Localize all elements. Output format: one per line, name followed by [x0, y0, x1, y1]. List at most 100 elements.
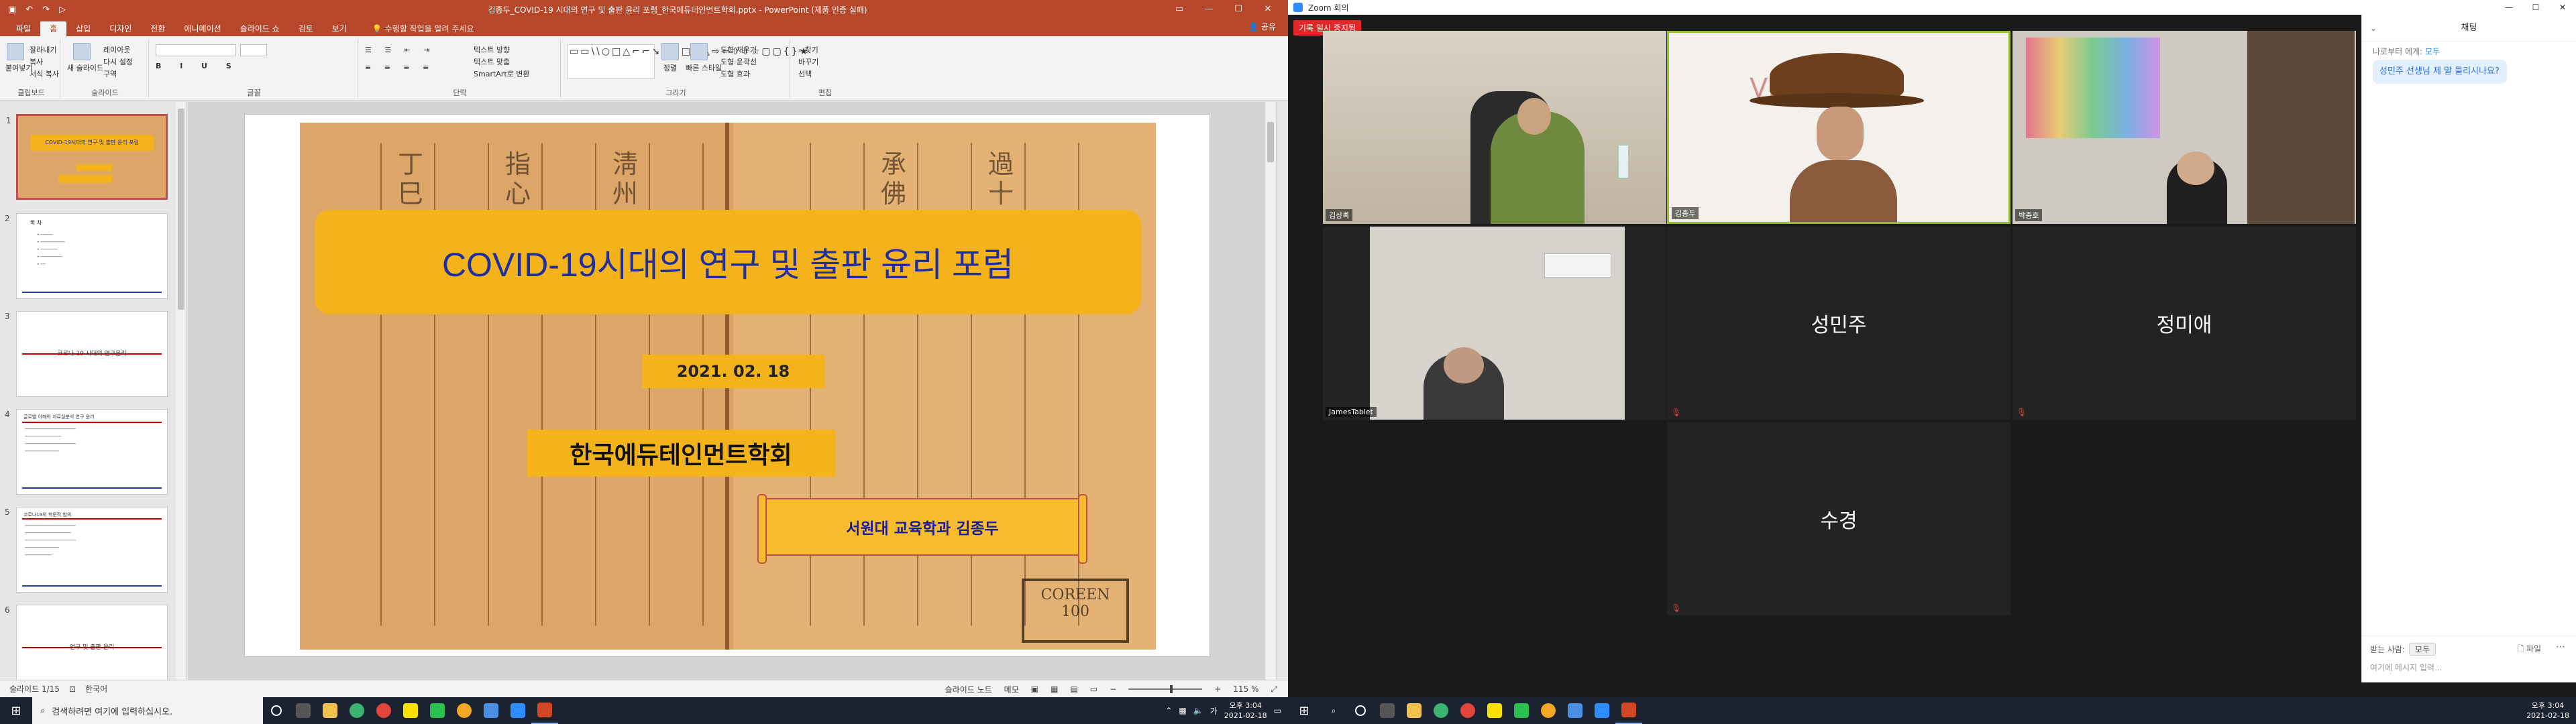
task-view-icon[interactable] — [1374, 697, 1401, 724]
reset-button[interactable]: 다시 설정 — [103, 56, 133, 67]
notification-icon[interactable]: ▭ — [1274, 706, 1281, 715]
recipient-select[interactable]: 모두 — [2409, 643, 2436, 656]
share-button[interactable]: 👤 공유 — [1248, 21, 1276, 32]
thumbnail-slide-5[interactable]: 5 코로나19의 학문적 함의 ───────────────────── ───… — [5, 507, 168, 593]
cortana-icon[interactable] — [263, 697, 290, 724]
normal-view-icon[interactable]: ▣ — [1031, 684, 1038, 694]
participant-tile[interactable]: 정미애 🎙 — [2012, 227, 2356, 420]
tell-me-box[interactable]: 💡 수행할 작업을 알려 주세요 — [372, 21, 474, 36]
spellcheck-icon[interactable]: ⊡ — [69, 684, 76, 694]
tab-view[interactable]: 보기 — [323, 21, 356, 36]
more-options-icon[interactable]: ⋯ — [2556, 642, 2565, 652]
file-explorer-icon[interactable] — [1401, 697, 1428, 724]
minimize-icon[interactable]: — — [1194, 0, 1224, 19]
kakaotalk-icon[interactable] — [1481, 697, 1508, 724]
font-size-select[interactable] — [240, 44, 267, 58]
shape-fill-button[interactable]: 도형 채우기 — [720, 44, 757, 55]
current-slide[interactable]: 丁巳七月日 指心體要節 淸州牧外興 承佛祖直指 過十年宗師 COREEN100 … — [244, 114, 1210, 657]
new-slide-button[interactable]: 새 슬라이드 — [67, 43, 103, 73]
notes-button[interactable]: 슬라이드 노트 — [945, 684, 992, 695]
chrome-icon[interactable] — [1454, 697, 1481, 724]
select-button[interactable]: 선택 — [798, 68, 812, 79]
windows-start-icon[interactable]: ⊞ — [1288, 704, 1320, 718]
smartart-button[interactable]: SmartArt로 변환 — [474, 68, 530, 79]
thumbnail-slide-4[interactable]: 4 글로벌 이해와 자료실분석 연구 윤리 ──────────────────… — [5, 409, 168, 495]
align-text-button[interactable]: 텍스트 맞춤 — [474, 56, 510, 67]
participant-tile[interactable]: 성민주 🎙 — [1667, 227, 2010, 420]
zoom-in-icon[interactable]: + — [1214, 684, 1221, 694]
zoom-level[interactable]: 115 % — [1233, 684, 1258, 694]
shapes-gallery[interactable]: ▭▭\\○□△⌐⌐↘↗↕□○△⇨⇦⇧⇩☆▢▢{}★ — [568, 44, 808, 79]
tab-transitions[interactable]: 전환 — [141, 21, 174, 36]
chat-input[interactable]: 여기에 메시지 입력... — [2370, 662, 2442, 673]
save-icon[interactable]: ▣ — [8, 5, 16, 15]
file-button[interactable]: 🗋 파일 — [2517, 643, 2541, 657]
app-icon[interactable] — [1562, 697, 1589, 724]
participant-tile[interactable]: 수경 🎙 — [1667, 422, 2010, 615]
volume-icon[interactable]: 🔈 — [1193, 706, 1203, 715]
format-painter-button[interactable]: 서식 복사 — [30, 68, 59, 79]
close-icon[interactable]: ✕ — [1253, 0, 1283, 19]
tab-slideshow[interactable]: 슬라이드 쇼 — [231, 21, 289, 36]
reading-view-icon[interactable]: ▤ — [1070, 684, 1077, 694]
chevron-down-icon[interactable]: ⌄ — [2370, 15, 2377, 42]
paste-button[interactable]: 붙여넣기 — [5, 43, 32, 73]
sorter-view-icon[interactable]: ▦ — [1051, 684, 1058, 694]
file-explorer-icon[interactable] — [317, 697, 343, 724]
participant-tile[interactable]: JamesTablet — [1323, 227, 1666, 420]
edge-icon[interactable] — [343, 697, 370, 724]
quick-styles-button[interactable]: 빠른 스타일 — [686, 43, 722, 73]
section-button[interactable]: 구역 — [103, 68, 117, 79]
tab-file[interactable]: 파일 — [7, 21, 40, 36]
slide-organization[interactable]: 한국에듀테인먼트학회 — [527, 430, 835, 477]
fit-slide-icon[interactable]: ⤢ — [1271, 684, 1277, 695]
replace-button[interactable]: 바꾸기 — [798, 56, 818, 67]
ime-icon[interactable]: 가 — [1210, 705, 1218, 717]
align-buttons[interactable]: ≡ ≡ ≡ ≡ — [365, 63, 434, 72]
windows-start-icon[interactable]: ⊞ — [0, 704, 32, 718]
thumbnail-scrollbar[interactable] — [176, 102, 186, 680]
tray-chevron-icon[interactable]: ⌃ — [1165, 706, 1172, 715]
chrome-icon[interactable] — [370, 697, 397, 724]
tab-home[interactable]: 홈 — [40, 21, 67, 36]
maximize-icon[interactable]: ☐ — [2522, 0, 2549, 15]
copy-button[interactable]: 복사 — [30, 56, 43, 67]
line-icon[interactable] — [1508, 697, 1535, 724]
search-icon[interactable]: ⌕ — [1320, 697, 1347, 724]
taskbar-clock[interactable]: 오후 3:04 2021-02-18 — [1224, 701, 1267, 721]
text-direction-button[interactable]: 텍스트 방향 — [474, 44, 510, 55]
close-icon[interactable]: ✕ — [2549, 0, 2576, 15]
font-family-select[interactable] — [156, 44, 236, 58]
ribbon-display-icon[interactable]: ▭ — [1165, 0, 1194, 19]
slideshow-view-icon[interactable]: ▭ — [1090, 684, 1097, 694]
present-icon[interactable]: ▷ — [59, 5, 66, 15]
task-view-icon[interactable] — [290, 697, 317, 724]
media-icon[interactable] — [451, 697, 478, 724]
edge-icon[interactable] — [1428, 697, 1454, 724]
app-icon[interactable] — [478, 697, 504, 724]
participant-tile[interactable]: 박종호 — [2012, 31, 2356, 224]
slide-scrollbar[interactable] — [1265, 102, 1276, 680]
line-icon[interactable] — [424, 697, 451, 724]
cortana-icon[interactable] — [1347, 697, 1374, 724]
slide-date[interactable]: 2021. 02. 18 — [642, 355, 824, 388]
redo-icon[interactable]: ↷ — [42, 5, 50, 15]
zoom-taskbar-icon[interactable] — [1589, 697, 1615, 724]
minimize-icon[interactable]: — — [2496, 0, 2522, 15]
tab-design[interactable]: 디자인 — [100, 21, 141, 36]
thumbnail-slide-6[interactable]: 6 연구 및 출판 윤리 — [5, 605, 168, 680]
shape-effects-button[interactable]: 도형 효과 — [720, 68, 750, 79]
participant-tile-active-speaker[interactable]: VID-19 김종두 — [1667, 31, 2010, 224]
font-format-buttons[interactable]: B I U S — [156, 62, 239, 70]
zoom-slider[interactable] — [1128, 685, 1203, 693]
tab-insert[interactable]: 삽입 — [66, 21, 100, 36]
taskbar-clock[interactable]: 오후 3:04 2021-02-18 — [2526, 701, 2569, 721]
slide-title-box[interactable]: COVID-19시대의 연구 및 출판 윤리 포럼 — [315, 210, 1141, 314]
find-button[interactable]: ⌕ 찾기 — [798, 44, 818, 55]
list-buttons[interactable]: ☰ ☰ ⇤ ⇥ — [365, 46, 435, 54]
shape-outline-button[interactable]: 도형 윤곽선 — [720, 56, 757, 67]
thumbnail-slide-3[interactable]: 3 코로나-19 시대의 연구윤리 — [5, 311, 168, 397]
cut-button[interactable]: 잘라내기 — [30, 44, 56, 55]
kakaotalk-icon[interactable] — [397, 697, 424, 724]
participant-tile[interactable]: 김상록 — [1323, 31, 1666, 224]
